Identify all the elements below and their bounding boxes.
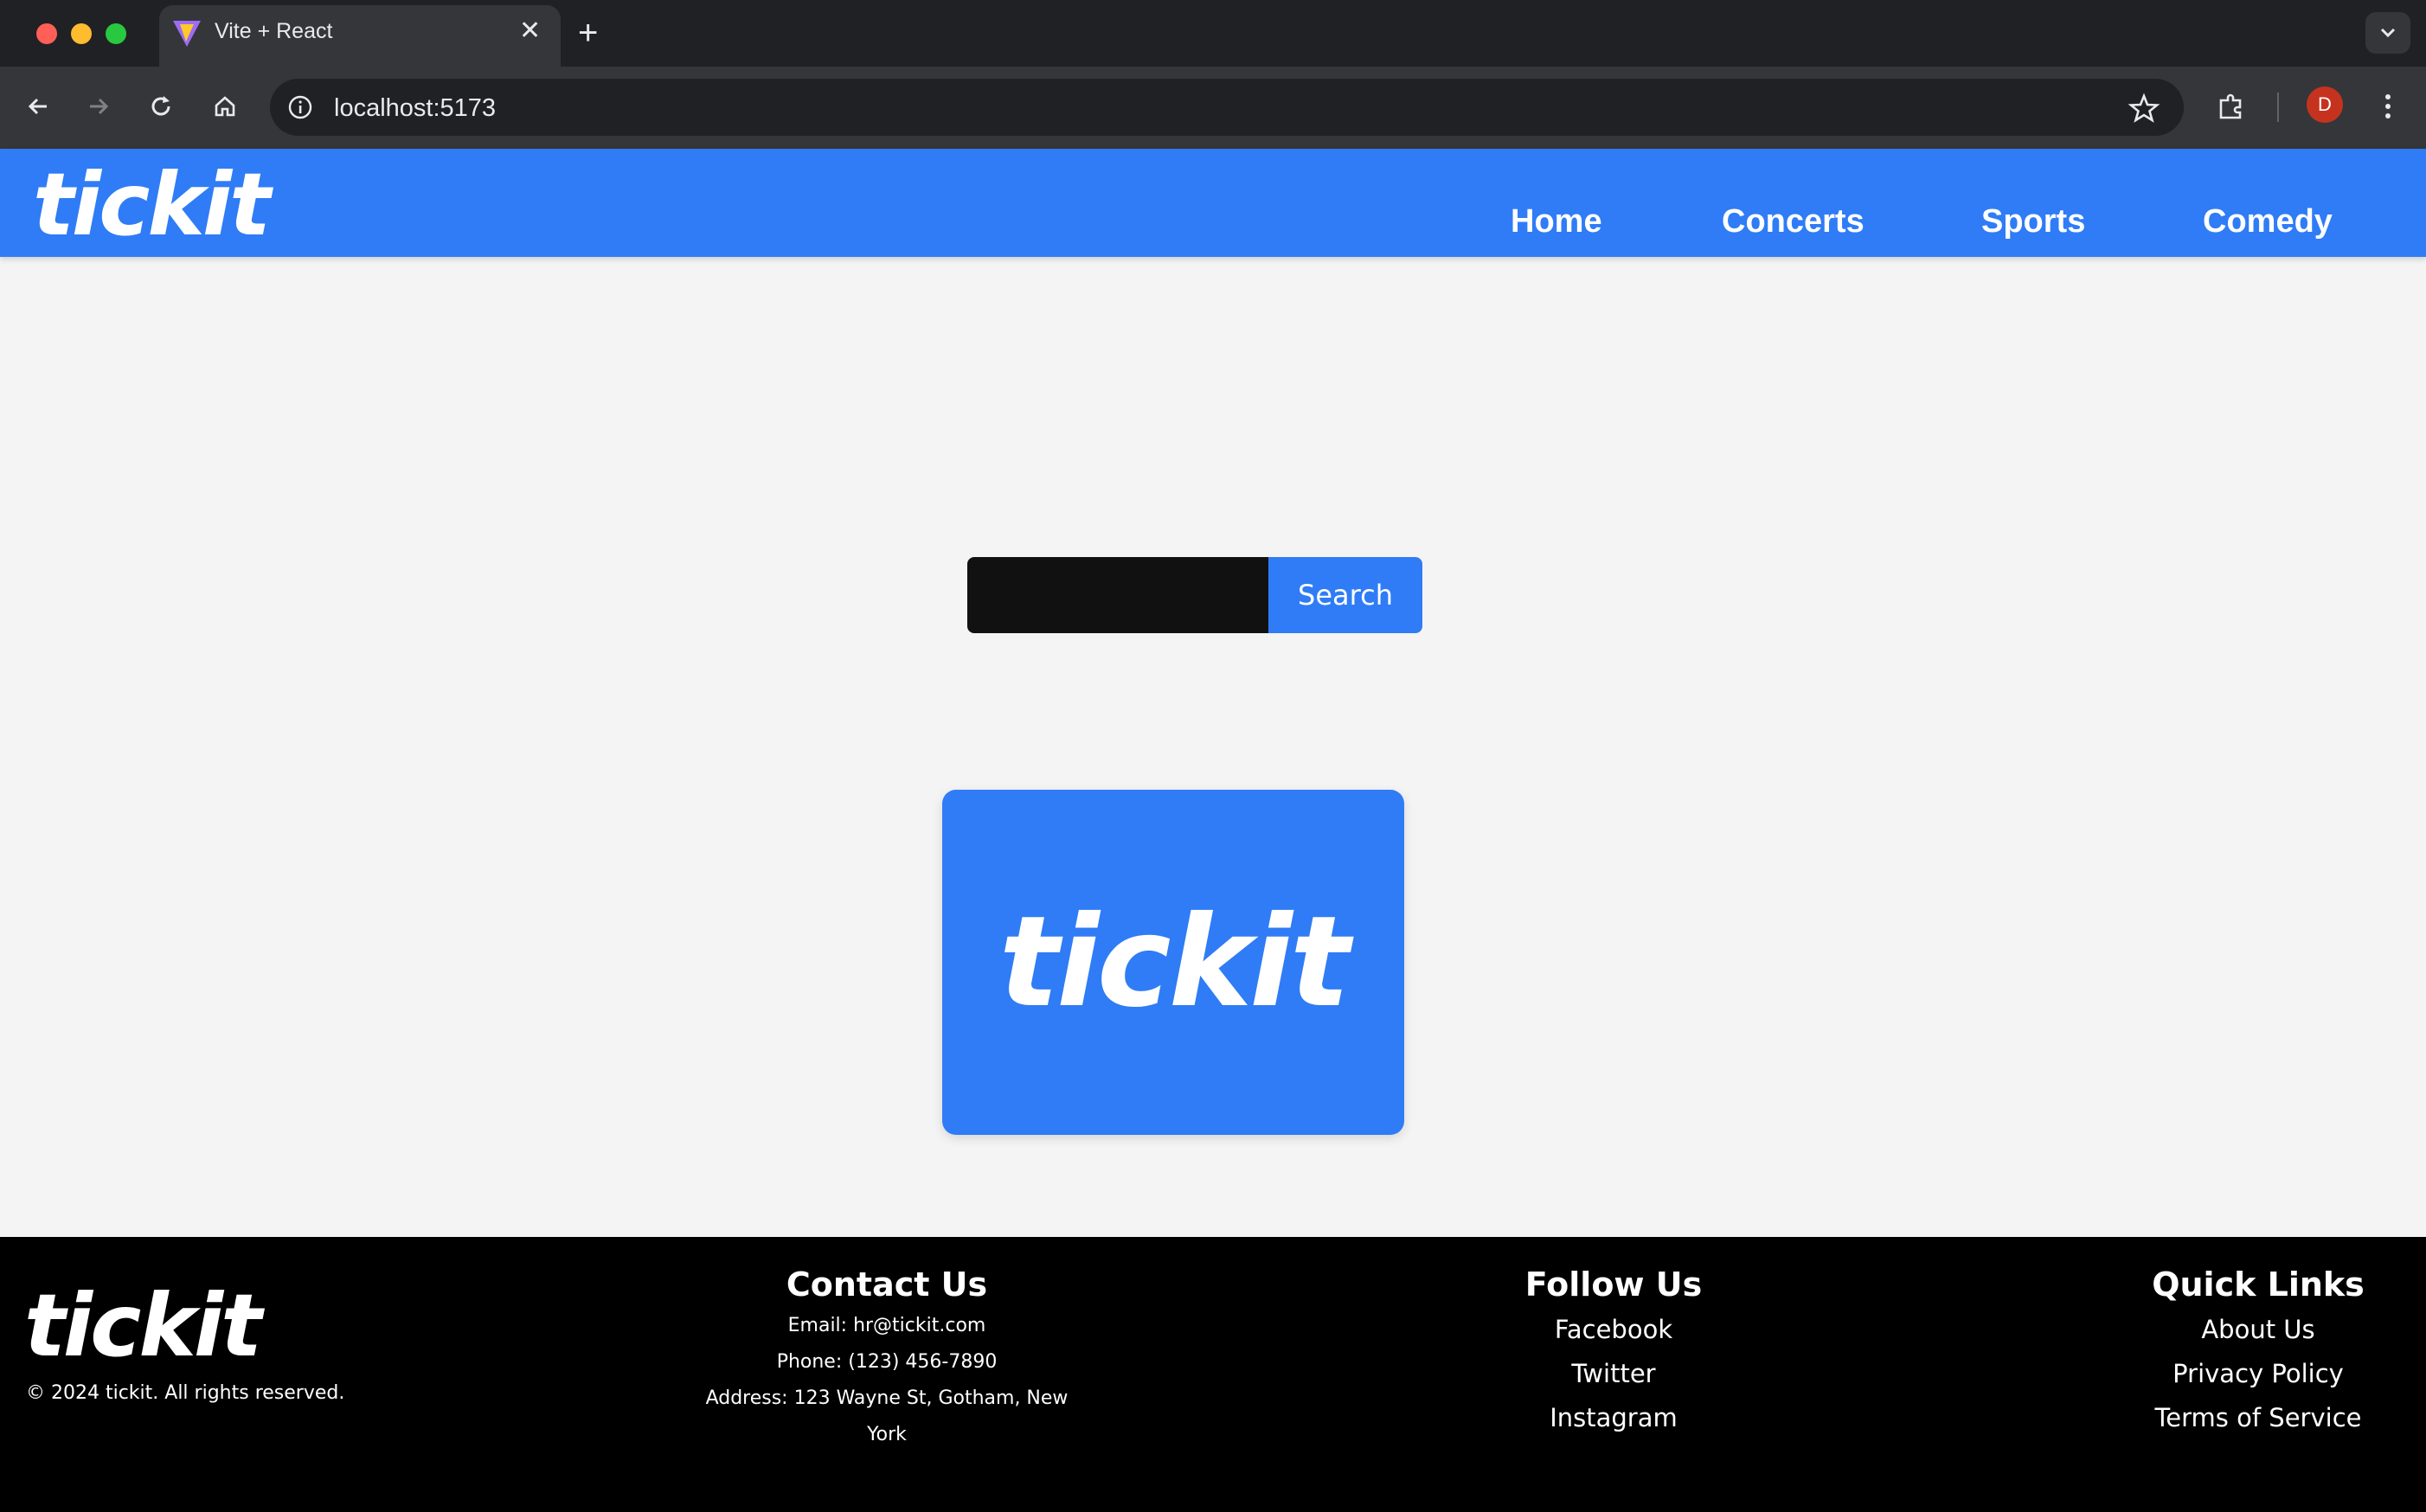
hero-logo: tickit <box>998 889 1350 1035</box>
window-zoom-button[interactable] <box>106 23 126 44</box>
about-us-link[interactable]: About Us <box>2111 1308 2405 1352</box>
back-icon[interactable] <box>17 86 59 127</box>
facebook-link[interactable]: Facebook <box>1488 1308 1739 1352</box>
twitter-link[interactable]: Twitter <box>1488 1352 1739 1396</box>
site-info-icon[interactable] <box>286 93 315 122</box>
chevron-down-icon <box>2380 28 2396 38</box>
contact-email: Email: hr@tickit.com <box>787 1315 986 1336</box>
forward-icon[interactable] <box>78 86 119 127</box>
reload-icon[interactable] <box>140 86 182 127</box>
instagram-link[interactable]: Instagram <box>1488 1396 1739 1440</box>
browser-toolbar: localhost:5173 D <box>0 67 2426 149</box>
contact-heading: Contact Us <box>786 1265 988 1304</box>
toolbar-separator <box>2277 93 2279 122</box>
tab-close-icon[interactable]: ✕ <box>519 16 541 47</box>
extensions-icon[interactable] <box>2210 86 2251 127</box>
url-text: localhost:5173 <box>334 94 497 122</box>
nav-concerts[interactable]: Concerts <box>1722 202 1864 240</box>
tab-search-button[interactable] <box>2365 12 2410 54</box>
contact-section: Contact Us Email: hr@tickit.com Phone: (… <box>692 1261 1081 1453</box>
search-button[interactable]: Search <box>1268 557 1422 633</box>
footer-logo: tickit <box>24 1275 262 1376</box>
header-logo[interactable]: tickit <box>33 157 271 253</box>
search-input[interactable] <box>967 557 1270 633</box>
address-bar[interactable]: localhost:5173 <box>270 79 2184 136</box>
browser-tab-bar: Vite + React ✕ + <box>0 0 2426 67</box>
quick-links-section: Quick Links About Us Privacy Policy Term… <box>2111 1261 2405 1440</box>
copyright-text: © 2024 tickit. All rights reserved. <box>26 1382 345 1404</box>
contact-phone: Phone: (123) 456-7890 <box>776 1351 998 1373</box>
site-footer: tickit © 2024 tickit. All rights reserve… <box>0 1237 2426 1512</box>
site-header: tickit Home Concerts Sports Comedy <box>0 149 2426 257</box>
profile-avatar[interactable]: D <box>2307 86 2343 123</box>
nav-comedy[interactable]: Comedy <box>2203 202 2333 240</box>
quick-links-heading: Quick Links <box>2152 1265 2365 1304</box>
hero-logo-card: tickit <box>942 790 1404 1135</box>
privacy-policy-link[interactable]: Privacy Policy <box>2111 1352 2405 1396</box>
contact-address: Address: 123 Wayne St, Gotham, New York <box>705 1387 1069 1445</box>
terms-of-service-link[interactable]: Terms of Service <box>2111 1396 2405 1440</box>
window-close-button[interactable] <box>36 23 57 44</box>
tab-title: Vite + React <box>215 19 333 43</box>
home-icon[interactable] <box>204 86 246 127</box>
new-tab-icon[interactable]: + <box>578 12 598 54</box>
more-menu-icon[interactable] <box>2367 86 2409 127</box>
nav-sports[interactable]: Sports <box>1981 202 2085 240</box>
follow-heading: Follow Us <box>1524 1265 1703 1304</box>
window-minimize-button[interactable] <box>71 23 92 44</box>
vite-favicon-icon <box>173 21 201 47</box>
bookmark-star-icon[interactable] <box>2127 91 2161 125</box>
nav-home[interactable]: Home <box>1511 202 1602 240</box>
follow-section: Follow Us Facebook Twitter Instagram <box>1488 1261 1739 1440</box>
